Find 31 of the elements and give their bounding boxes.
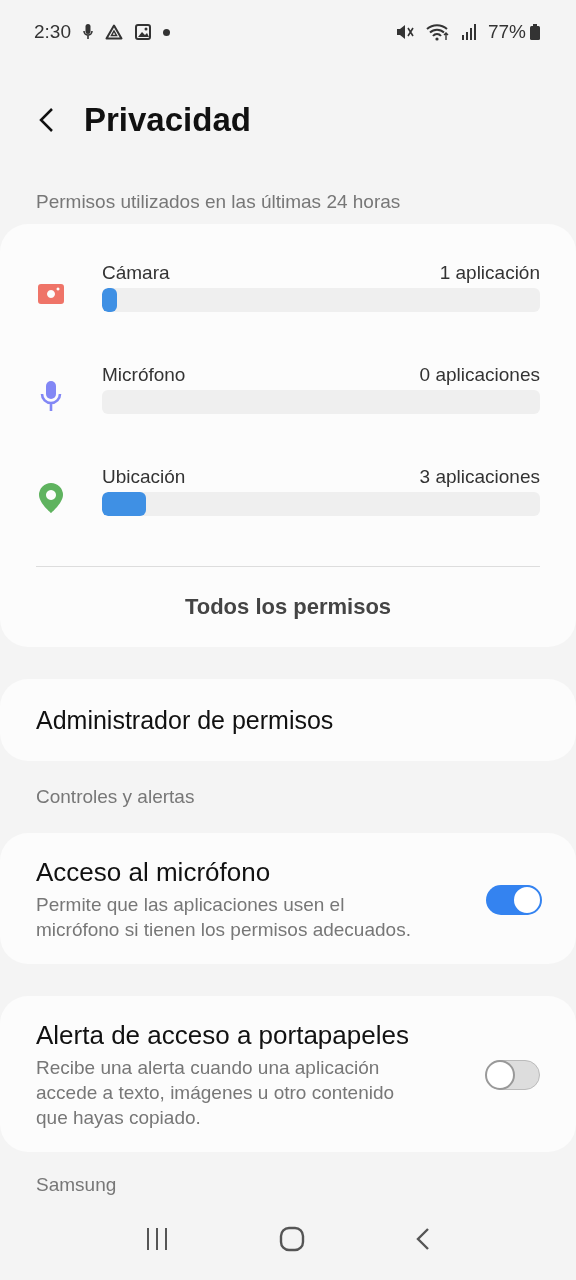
setting-description: Permite que las aplicaciones usen el micrófono si tienen los permisos adecuados. <box>36 893 412 942</box>
setting-title: Acceso al micrófono <box>36 857 272 888</box>
section-label: Samsung <box>36 1174 117 1195</box>
setting-description: Recibe una alerta cuando una aplicación accede a texto, imágenes u otro contenido que hayas copiado. <box>36 1056 396 1130</box>
permission-manager-item[interactable]: Administrador de permisos <box>0 679 576 761</box>
app-count: 0 aplicaciones <box>419 364 540 386</box>
battery-percent: 77% <box>487 21 526 43</box>
triangle-icon <box>105 24 123 40</box>
section-label: Controles y alertas <box>35 785 196 809</box>
image-icon <box>135 24 151 40</box>
page-title: Privacidad <box>84 101 251 139</box>
back-icon[interactable] <box>415 1227 431 1251</box>
mute-icon <box>395 24 414 40</box>
home-icon[interactable] <box>279 1226 305 1252</box>
permission-name: Micrófono <box>102 364 186 386</box>
clock: 2:30 <box>34 21 71 43</box>
battery-icon <box>530 24 540 40</box>
app-count: 3 aplicaciones <box>419 466 540 488</box>
setting-title: Alerta de acceso a portapapeles <box>36 1020 410 1051</box>
section-label: Permisos utilizados en las últimas 24 horas <box>35 190 402 214</box>
permission-name: Cámara <box>102 262 170 284</box>
microphone-icon <box>83 24 93 40</box>
app-count: 1 aplicación <box>439 262 540 284</box>
signal-icon <box>461 24 476 40</box>
recent-apps-icon[interactable] <box>145 1227 169 1251</box>
toggle-switch[interactable] <box>486 1060 540 1090</box>
all-permissions-button[interactable]: Todos los permisos <box>36 567 540 647</box>
wifi-icon <box>425 23 450 41</box>
dot-icon <box>163 28 170 36</box>
permission-name: Ubicación <box>102 466 186 488</box>
toggle-switch[interactable] <box>486 884 540 915</box>
